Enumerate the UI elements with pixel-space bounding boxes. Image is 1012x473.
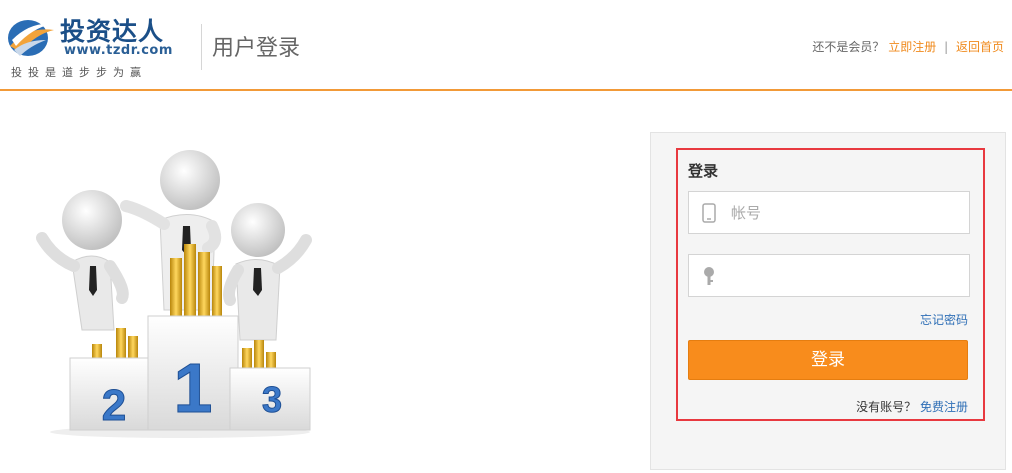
header: 投资达人 www.tzdr.com 投投是道步步为赢 用户登录 还不是会员？ 立… [0,0,1012,91]
winners-podium-illustration: 2 1 3 [36,150,312,438]
page-title: 用户登录 [212,36,301,61]
free-register-link[interactable]: 免费注册 [920,400,968,414]
logo-swirl-icon [8,20,54,56]
key-icon [704,267,714,285]
register-now-link[interactable]: 立即注册 [888,40,936,54]
login-button[interactable]: 登录 [688,340,968,380]
forgot-password-link[interactable]: 忘记密码 [920,311,968,328]
login-heading: 登录 [688,162,719,180]
back-home-link[interactable]: 返回首页 [956,40,1004,54]
account-field[interactable] [688,191,970,234]
account-input[interactable] [731,192,961,233]
logo-url: www.tzdr.com [64,43,173,58]
phone-icon [702,203,716,223]
header-divider [201,24,202,70]
register-prompt: 没有账号？ 免费注册 [856,398,968,415]
site-logo[interactable]: 投资达人 www.tzdr.com 投投是道步步为赢 [6,10,186,80]
podium-number-1: 1 [174,349,213,427]
link-separator: | [944,40,949,54]
podium-number-2: 2 [102,381,126,430]
not-member-text: 还不是会员？ [812,40,885,54]
no-account-text: 没有账号？ [856,400,917,414]
logo-slogan: 投投是道步步为赢 [11,66,147,79]
top-links: 还不是会员？ 立即注册 | 返回首页 [812,38,1004,55]
figure-second-place [36,190,129,331]
password-input[interactable] [731,255,961,296]
podium-number-3: 3 [262,379,282,420]
figure-third-place [223,203,312,341]
password-field[interactable] [688,254,970,297]
